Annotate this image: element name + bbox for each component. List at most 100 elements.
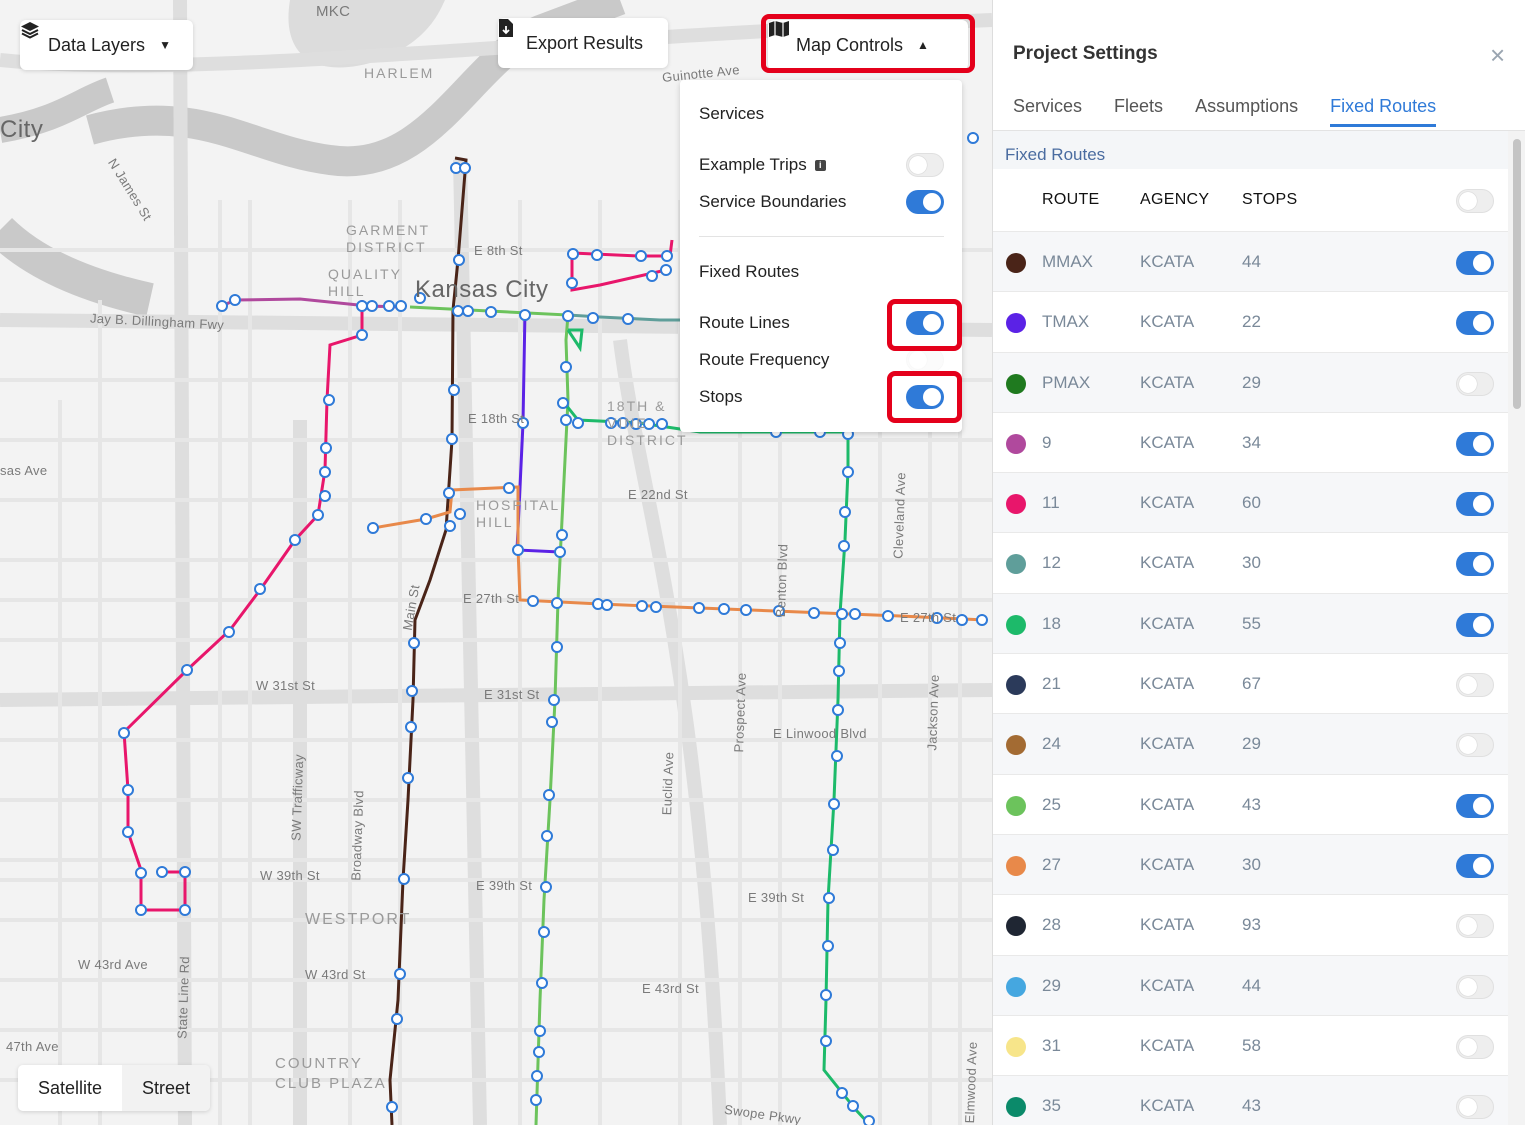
column-agency: AGENCY — [1140, 191, 1210, 208]
export-results-button[interactable]: Export Results — [498, 18, 668, 68]
route-visibility-toggle[interactable] — [1456, 311, 1494, 336]
route-agency: KCATA — [1140, 312, 1195, 332]
route-visibility-toggle[interactable] — [1456, 371, 1494, 396]
route-name: 35 — [1042, 1096, 1061, 1116]
route-name: PMAX — [1042, 372, 1091, 392]
route-name: 25 — [1042, 794, 1061, 814]
map-label-w31st: W 31st St — [256, 678, 316, 693]
route-agency: KCATA — [1140, 613, 1195, 633]
route-agency: KCATA — [1140, 372, 1195, 392]
route-name: 24 — [1042, 734, 1061, 754]
route-visibility-toggle[interactable] — [1456, 1095, 1494, 1120]
table-row: 31 KCATA 58 — [993, 1014, 1508, 1075]
map-label-e22nd: E 22nd St — [628, 487, 688, 502]
map-canvas[interactable]: MKC HARLEM City N James St GARMENT DISTR… — [0, 0, 992, 1125]
example-trips-toggle[interactable] — [906, 153, 944, 177]
map-label-quality-hill: QUALITY HILL — [328, 266, 402, 299]
route-color-dot — [1006, 916, 1026, 937]
route-name: 28 — [1042, 915, 1061, 935]
route-color-dot — [1006, 1097, 1026, 1118]
table-row: 21 KCATA 67 — [993, 653, 1508, 713]
route-agency: KCATA — [1140, 734, 1195, 754]
map-label-westport: WESTPORT — [305, 911, 412, 928]
all-routes-toggle[interactable] — [1456, 189, 1494, 213]
route-color-dot — [1006, 253, 1026, 273]
services-section-title: Services — [699, 104, 765, 123]
route-color-dot — [1006, 735, 1026, 756]
route-visibility-toggle[interactable] — [1456, 673, 1494, 698]
route-agency: KCATA — [1140, 975, 1195, 995]
scrollbar-thumb[interactable] — [1513, 139, 1521, 409]
route-agency: KCATA — [1140, 493, 1195, 513]
route-stops: 44 — [1242, 252, 1261, 271]
tab-fleets[interactable]: Fleets — [1114, 96, 1163, 127]
route-frequency-row: Route Frequency — [699, 345, 944, 375]
map-label-e39th-a: E 39th St — [476, 878, 533, 893]
scrollbar[interactable] — [1508, 131, 1525, 1125]
settings-tabs: Services Fleets Assumptions Fixed Routes — [1013, 96, 1468, 127]
route-frequency-toggle[interactable] — [906, 348, 944, 372]
route-visibility-toggle[interactable] — [1456, 853, 1494, 878]
route-lines-row: Route Lines — [699, 308, 944, 338]
map-label-e39th-b: E 39th St — [748, 890, 805, 905]
route-agency: KCATA — [1140, 674, 1195, 694]
table-row: 11 KCATA 60 — [993, 472, 1508, 533]
route-visibility-toggle[interactable] — [1456, 552, 1494, 577]
map-label-47th: 47th Ave — [6, 1039, 59, 1054]
data-layers-label: Data Layers — [48, 34, 146, 55]
route-visibility-toggle[interactable] — [1456, 793, 1494, 818]
route-color-dot — [1006, 313, 1026, 334]
close-icon[interactable]: × — [1490, 40, 1505, 71]
route-agency: KCATA — [1140, 1096, 1195, 1116]
route-visibility-toggle[interactable] — [1456, 612, 1494, 637]
stops-toggle[interactable] — [906, 385, 944, 409]
map-label-cleveland: Cleveland Ave — [890, 471, 909, 560]
map-controls-button[interactable]: Map Controls ▲ — [768, 20, 968, 70]
satellite-button[interactable]: Satellite — [18, 1065, 123, 1111]
route-color-dot — [1006, 1036, 1026, 1057]
info-icon[interactable]: i — [814, 160, 826, 172]
example-trips-row: Example Trips i — [699, 150, 944, 180]
table-row: MMAX KCATA 44 — [993, 231, 1508, 292]
route-visibility-toggle[interactable] — [1456, 431, 1494, 456]
map-label-e8th: E 8th St — [474, 243, 523, 258]
route-lines-label: Route Lines — [699, 313, 790, 332]
service-boundaries-row: Service Boundaries — [699, 187, 944, 217]
table-row: 35 KCATA 43 — [993, 1075, 1508, 1125]
route-stops: 44 — [1242, 975, 1261, 995]
street-button[interactable]: Street — [122, 1065, 211, 1111]
route-frequency-label: Route Frequency — [699, 350, 830, 369]
route-visibility-toggle[interactable] — [1456, 1034, 1494, 1059]
route-name: TMAX — [1042, 312, 1090, 332]
route-name: 12 — [1042, 553, 1061, 573]
tab-assumptions[interactable]: Assumptions — [1195, 96, 1298, 127]
service-boundaries-toggle[interactable] — [906, 190, 944, 214]
routes-table-body: MMAX KCATA 44 TMAX KCATA 22 PMAX KCATA 29 9 KCATA 3… — [993, 231, 1508, 1125]
tab-fixed-routes[interactable]: Fixed Routes — [1330, 96, 1437, 127]
map-label-18th-vine: 18TH & VINE DISTRICT — [607, 398, 688, 448]
route-visibility-toggle[interactable] — [1456, 914, 1494, 939]
map-label-w39th: W 39th St — [260, 868, 320, 883]
export-results-label: Export Results — [526, 32, 644, 53]
route-name: 18 — [1042, 613, 1061, 633]
route-color-dot — [1006, 976, 1026, 997]
route-visibility-toggle[interactable] — [1456, 733, 1494, 758]
route-visibility-toggle[interactable] — [1456, 974, 1494, 999]
data-layers-button[interactable]: Data Layers ▼ — [20, 20, 193, 70]
stops-label: Stops — [699, 387, 743, 406]
map-label-garment-district: GARMENT DISTRICT — [346, 222, 430, 255]
route-agency: KCATA — [1140, 432, 1195, 452]
tab-services[interactable]: Services — [1013, 96, 1082, 127]
route-color-dot — [1006, 373, 1026, 394]
table-row: 27 KCATA 30 — [993, 833, 1508, 895]
route-visibility-toggle[interactable] — [1456, 492, 1494, 517]
route-lines-toggle[interactable] — [906, 311, 944, 335]
route-stops: 22 — [1242, 312, 1261, 332]
map-label-linwood: E Linwood Blvd — [773, 726, 867, 741]
map-label-e27th: E 27th St — [463, 591, 520, 606]
map-label-e18th: E 18th St — [468, 411, 525, 426]
route-stops: 30 — [1242, 854, 1261, 874]
map-label-city: City — [0, 116, 44, 143]
map-label-mkc: MKC — [316, 3, 351, 20]
route-visibility-toggle[interactable] — [1456, 251, 1494, 275]
